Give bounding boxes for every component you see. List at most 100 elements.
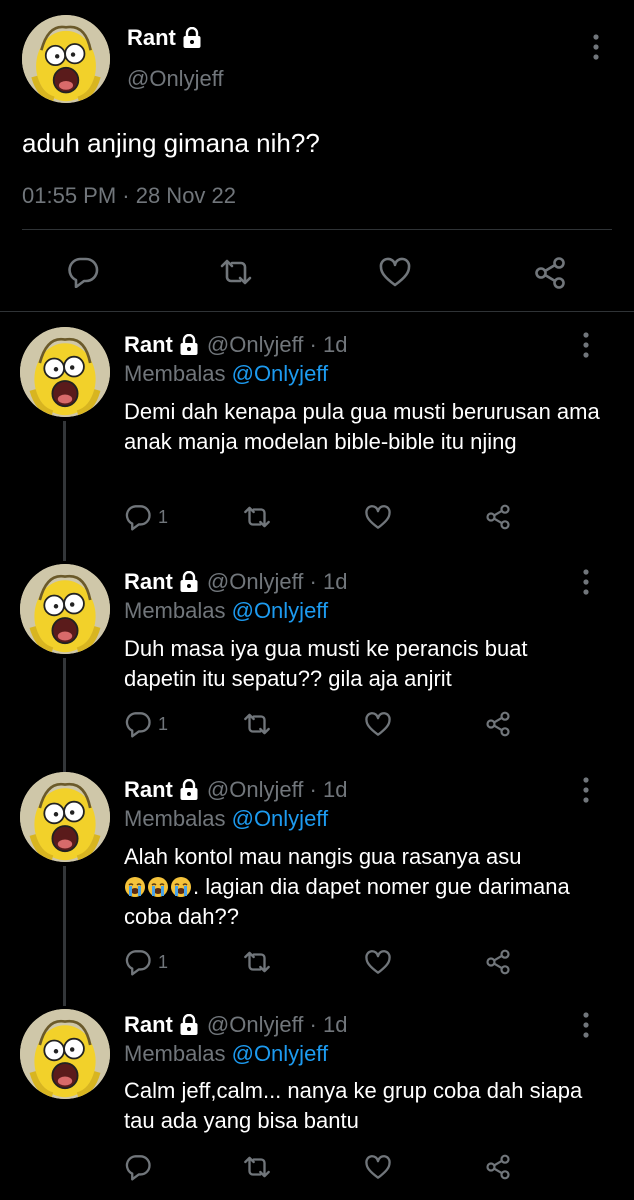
reply-button[interactable]: 1 [124,710,168,738]
reply-button[interactable]: 1 [124,503,168,531]
lock-icon [180,571,198,592]
like-icon [365,1155,391,1179]
display-name[interactable]: Rant [124,1012,173,1038]
avatar[interactable] [20,1009,110,1099]
like-icon [379,257,411,287]
reply-count: 1 [158,506,169,527]
mention-link[interactable]: @Onlyjeff [232,806,329,831]
like-button[interactable] [364,503,392,531]
reply-text: Duh masa iya gua musti ke perancis buat … [124,636,528,691]
replying-to: Membalas @Onlyjeff [124,598,328,624]
retweet-icon [220,259,252,285]
lock-icon [183,27,201,48]
tweet-actions: 1 [124,710,604,744]
avatar-image [20,1009,110,1099]
more-vertical-icon[interactable] [582,1011,590,1039]
reply-text: Calm jeff,calm... nanya ke grup coba dah… [124,1078,583,1133]
share-button[interactable] [484,503,512,531]
more-vertical-icon[interactable] [582,331,590,359]
divider [0,311,634,312]
retweet-icon [244,951,270,973]
avatar[interactable] [20,564,110,654]
reply-button[interactable] [124,1153,158,1181]
replying-to: Membalas @Onlyjeff [124,806,328,832]
mention-link[interactable]: @Onlyjeff [232,361,329,386]
divider [22,229,612,230]
reply-count: 1 [158,951,169,972]
reply-header: Rant @Onlyjeff · 1d [124,777,347,803]
retweet-button[interactable] [242,710,272,738]
avatar[interactable] [20,327,110,417]
display-name[interactable]: Rant [124,777,173,803]
reply-icon [125,712,151,738]
reply-icon [125,950,151,976]
handle-timestamp[interactable]: @Onlyjeff · 1d [207,332,348,358]
reply-tweet[interactable]: Rant @Onlyjeff · 1d Membalas @Onlyjeff D… [0,323,634,561]
share-button[interactable] [484,710,512,738]
thread-line [63,658,66,772]
reply-icon [125,505,151,531]
reply-icon [68,257,99,288]
mention-link[interactable]: @Onlyjeff [232,598,329,623]
like-button[interactable] [364,1153,392,1181]
more-vertical-icon[interactable] [582,568,590,596]
share-button[interactable] [484,1153,512,1181]
reply-button[interactable] [66,256,100,288]
crying-emoji-group [124,874,193,899]
retweet-button[interactable] [242,948,272,976]
share-icon [486,504,510,530]
reply-text: Demi dah kenapa pula gua musti berurusan… [124,399,600,454]
more-vertical-icon[interactable] [582,776,590,804]
more-vertical-icon[interactable] [592,33,600,61]
reply-tweet[interactable]: Rant @Onlyjeff · 1d Membalas @Onlyjeff D… [0,560,634,772]
tweet-text: aduh anjing gimana nih?? [22,128,320,158]
share-button[interactable] [484,948,512,976]
lock-icon [180,779,198,800]
like-button[interactable] [364,710,392,738]
like-icon [365,505,391,529]
tweet-timestamp[interactable]: 01:55 PM · 28 Nov 22 [22,183,236,209]
handle-timestamp[interactable]: @Onlyjeff · 1d [207,569,348,595]
loudly-crying-emoji [148,877,168,897]
handle-timestamp[interactable]: @Onlyjeff · 1d [207,777,348,803]
display-name-text[interactable]: Rant [127,25,176,51]
thread-line [63,421,66,561]
avatar-image [20,772,110,862]
display-name[interactable]: Rant [124,332,173,358]
reply-button[interactable]: 1 [124,948,168,976]
tweet-actions: 1 [124,503,604,537]
reply-count: 1 [158,713,169,734]
reply-tweet[interactable]: Rant @Onlyjeff · 1d Membalas @Onlyjeff C… [0,1005,634,1200]
lock-icon [180,334,198,355]
avatar[interactable] [22,15,110,103]
reply-header: Rant @Onlyjeff · 1d [124,1012,347,1038]
replying-label: Membalas [124,361,226,386]
retweet-button[interactable] [242,503,272,531]
avatar-image [20,564,110,654]
share-icon [486,949,510,975]
retweet-button[interactable] [218,256,254,288]
like-button[interactable] [364,948,392,976]
tweet-actions: 1 [124,948,604,982]
share-button[interactable] [532,256,568,290]
retweet-icon [244,1156,270,1178]
mention-link[interactable]: @Onlyjeff [232,1041,329,1066]
like-icon [365,950,391,974]
retweet-button[interactable] [242,1153,272,1181]
loudly-crying-emoji [171,877,191,897]
tweet-actions [0,250,634,294]
handle[interactable]: @Onlyjeff [127,66,224,92]
avatar[interactable] [20,772,110,862]
share-icon [486,1154,510,1180]
display-name[interactable]: Rant [127,25,202,51]
like-button[interactable] [378,256,412,288]
reply-icon [125,1155,151,1181]
reply-tweet[interactable]: Rant @Onlyjeff · 1d Membalas @Onlyjeff A… [0,768,634,1008]
reply-text: Alah kontol mau nangis gua rasanya asu .… [124,842,604,932]
reply-header: Rant @Onlyjeff · 1d [124,332,347,358]
display-name[interactable]: Rant [124,569,173,595]
replying-to: Membalas @Onlyjeff [124,1041,328,1067]
handle-timestamp[interactable]: @Onlyjeff · 1d [207,1012,348,1038]
avatar-image [20,327,110,417]
replying-label: Membalas [124,598,226,623]
